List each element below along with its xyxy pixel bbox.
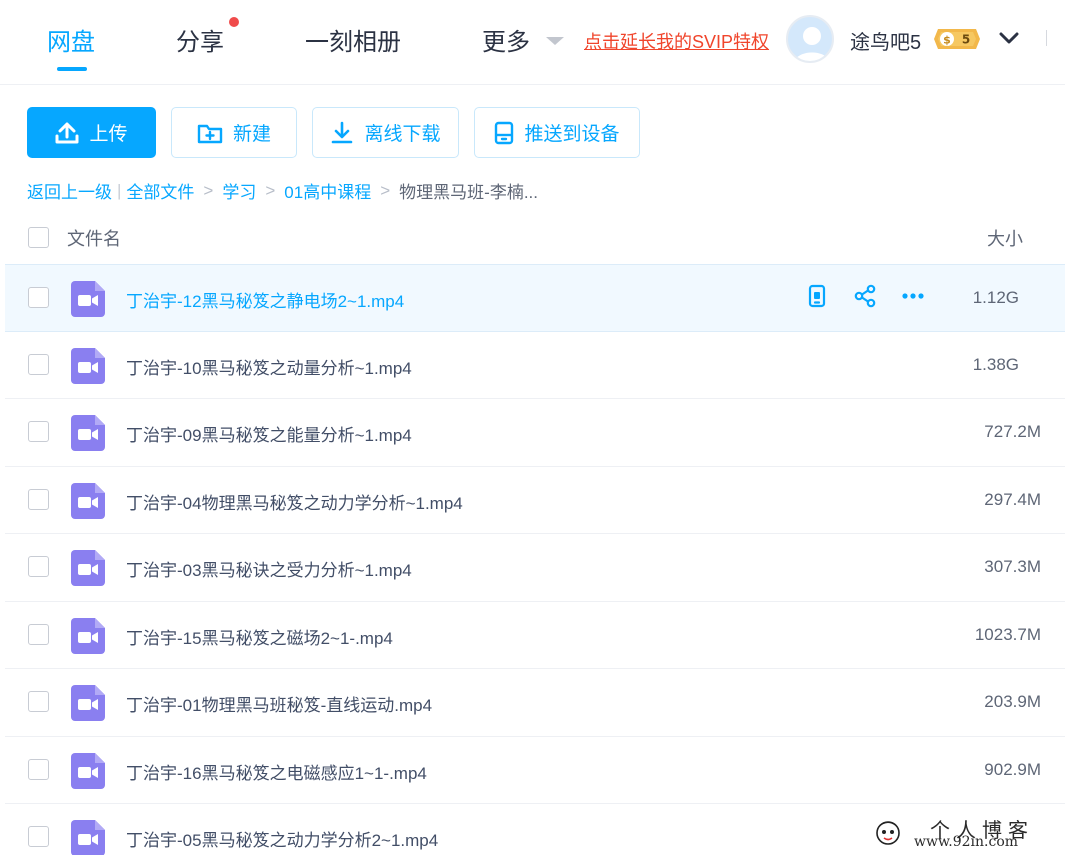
breadcrumb-separator: > <box>380 180 391 200</box>
breadcrumb-current: 物理黑马班-李楠... <box>399 183 538 202</box>
breadcrumb-separator: > <box>203 180 214 200</box>
file-row[interactable]: 丁治宇-12黑马秘笈之静电场2~1.mp4 1.12G <box>5 264 1065 332</box>
column-header-size[interactable]: 大小 <box>987 225 1023 251</box>
file-size: 297.4M <box>984 489 1041 509</box>
video-file-icon <box>71 550 105 586</box>
breadcrumb: 返回上一级 | 全部文件 > 学习 > 01高中课程 > 物理黑马班-李楠... <box>27 178 538 203</box>
tab-netdisk[interactable]: 网盘 <box>47 22 95 57</box>
file-list: 丁治宇-12黑马秘笈之静电场2~1.mp4 1.12G 丁治宇-10黑马秘笈之动… <box>5 264 1065 855</box>
file-row[interactable]: 丁治宇-03黑马秘诀之受力分析~1.mp4 307.3M <box>5 534 1065 602</box>
select-all-checkbox[interactable] <box>28 227 49 248</box>
file-name[interactable]: 丁治宇-12黑马秘笈之静电场2~1.mp4 <box>126 287 404 312</box>
mascot-icon <box>876 821 900 845</box>
username[interactable]: 途鸟吧5 <box>850 26 921 55</box>
file-size: 307.3M <box>984 557 1041 576</box>
file-size: 902.9M <box>984 759 1041 779</box>
new-folder-icon <box>197 124 223 143</box>
notification-dot <box>229 17 239 27</box>
file-name[interactable]: 丁治宇-15黑马秘笈之磁场2~1-.mp4 <box>126 624 393 649</box>
file-name[interactable]: 丁治宇-16黑马秘笈之电磁感应1~1-.mp4 <box>126 759 427 784</box>
breadcrumb-item[interactable]: 学习 <box>222 178 256 203</box>
phone-icon[interactable] <box>805 284 829 308</box>
watermark: 个人博客 www.92in.com <box>872 812 1054 852</box>
tab-more[interactable]: 更多 <box>482 22 530 57</box>
file-name[interactable]: 丁治宇-05黑马秘笈之动力学分析2~1.mp4 <box>126 826 438 851</box>
row-checkbox[interactable] <box>28 758 49 780</box>
breadcrumb-bar: | <box>117 180 122 200</box>
file-name[interactable]: 丁治宇-03黑马秘诀之受力分析~1.mp4 <box>126 556 412 581</box>
row-checkbox[interactable] <box>28 287 49 308</box>
chevron-down-icon[interactable] <box>998 30 1020 46</box>
breadcrumb-separator: > <box>265 180 276 200</box>
new-button[interactable]: 新建 <box>171 107 297 158</box>
avatar[interactable] <box>786 15 834 63</box>
row-actions <box>805 284 925 308</box>
file-size: 203.9M <box>984 692 1041 711</box>
file-name[interactable]: 丁治宇-09黑马秘笈之能量分析~1.mp4 <box>126 421 412 446</box>
video-file-icon <box>71 685 105 721</box>
file-row[interactable]: 丁治宇-01物理黑马班秘笈-直线运动.mp4 203.9M <box>5 669 1065 737</box>
offline-download-button[interactable]: 离线下载 <box>312 107 459 158</box>
user-avatar-icon <box>794 27 830 61</box>
video-file-icon <box>71 617 105 654</box>
breadcrumb-back[interactable]: 返回上一级 <box>27 178 112 203</box>
tab-album[interactable]: 一刻相册 <box>305 22 401 57</box>
video-file-icon <box>71 415 105 451</box>
more-icon[interactable] <box>901 284 925 308</box>
push-device-icon <box>495 121 514 144</box>
upload-label: 上传 <box>89 124 128 145</box>
svip-renew-link[interactable]: 点击延长我的SVIP特权 <box>584 28 769 54</box>
breadcrumb-all-files[interactable]: 全部文件 <box>126 178 194 203</box>
row-checkbox[interactable] <box>28 353 49 375</box>
row-checkbox[interactable] <box>28 421 49 442</box>
video-file-icon <box>71 347 105 384</box>
offline-download-label: 离线下载 <box>364 124 441 145</box>
top-nav: 网盘 分享 一刻相册 更多 点击延长我的SVIP特权 途鸟吧5 $ 5 <box>0 0 1065 85</box>
file-size: 1.12G <box>972 288 1019 307</box>
file-row[interactable]: 丁治宇-09黑马秘笈之能量分析~1.mp4 727.2M <box>5 399 1065 467</box>
caret-down-icon[interactable] <box>546 37 564 45</box>
file-row[interactable]: 丁治宇-16黑马秘笈之电磁感应1~1-.mp4 902.9M <box>5 737 1065 804</box>
new-label: 新建 <box>232 124 271 145</box>
row-checkbox[interactable] <box>28 488 49 510</box>
video-file-icon <box>71 281 105 317</box>
push-to-device-button[interactable]: 推送到设备 <box>474 107 640 158</box>
file-name[interactable]: 丁治宇-01物理黑马班秘笈-直线运动.mp4 <box>126 691 432 716</box>
video-file-icon <box>71 752 105 789</box>
file-size: 1.38G <box>972 354 1019 374</box>
upload-icon <box>55 122 79 143</box>
tab-share[interactable]: 分享 <box>176 22 224 57</box>
svip-badge-icon: $ 5 <box>934 29 980 49</box>
file-size: 1023.7M <box>974 624 1041 644</box>
row-checkbox[interactable] <box>28 556 49 577</box>
watermark-url: www.92in.com <box>914 834 1019 850</box>
file-row[interactable]: 丁治宇-15黑马秘笈之磁场2~1-.mp4 1023.7M <box>5 602 1065 669</box>
active-tab-indicator <box>57 67 87 71</box>
divider <box>1046 30 1047 46</box>
push-to-device-label: 推送到设备 <box>524 124 620 145</box>
row-checkbox[interactable] <box>28 826 49 847</box>
video-file-icon <box>71 482 105 519</box>
vip-level: 5 <box>962 33 970 47</box>
file-size: 727.2M <box>984 422 1041 441</box>
svg-text:$: $ <box>943 34 951 47</box>
video-file-icon <box>71 820 105 855</box>
column-header-name[interactable]: 文件名 <box>67 225 121 251</box>
file-name[interactable]: 丁治宇-04物理黑马秘笈之动力学分析~1.mp4 <box>126 489 463 514</box>
file-name[interactable]: 丁治宇-10黑马秘笈之动量分析~1.mp4 <box>126 354 412 379</box>
download-icon <box>332 121 353 143</box>
upload-button[interactable]: 上传 <box>27 107 156 158</box>
row-checkbox[interactable] <box>28 691 49 712</box>
breadcrumb-item[interactable]: 01高中课程 <box>284 178 371 203</box>
file-row[interactable]: 丁治宇-10黑马秘笈之动量分析~1.mp4 1.38G <box>5 332 1065 399</box>
row-checkbox[interactable] <box>28 623 49 645</box>
file-row[interactable]: 丁治宇-04物理黑马秘笈之动力学分析~1.mp4 297.4M <box>5 467 1065 534</box>
share-icon[interactable] <box>853 284 877 308</box>
